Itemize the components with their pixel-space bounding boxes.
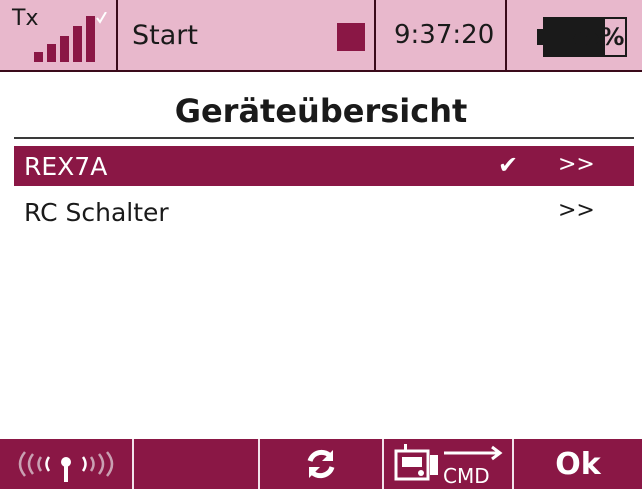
list-item-device[interactable]: REX7A ✔ >>	[14, 146, 634, 186]
refresh-button[interactable]	[260, 439, 384, 489]
chevron-right-icon[interactable]: >>	[558, 152, 595, 177]
start-label: Start	[132, 20, 198, 51]
screen: Tx Start 9:37:20 75% Geräteübersicht REX…	[0, 0, 642, 489]
command-button[interactable]: CMD	[384, 439, 514, 489]
ok-button[interactable]: Ok	[514, 439, 642, 489]
ok-label: Ok	[555, 446, 601, 482]
list-item-device[interactable]: RC Schalter >>	[14, 192, 634, 232]
device-label: REX7A	[24, 152, 108, 181]
page-title: Geräteübersicht	[174, 92, 468, 130]
cmd-label: CMD	[443, 464, 490, 487]
device-label: RC Schalter	[24, 198, 169, 227]
time-cell: 9:37:20	[376, 0, 507, 70]
softkey-empty[interactable]	[134, 439, 260, 489]
checkmark-icon: ✔	[498, 151, 519, 179]
wireless-signal-icon	[18, 451, 114, 482]
stop-icon	[337, 23, 365, 51]
title-divider	[14, 137, 634, 139]
battery-cell: 75%	[507, 0, 642, 70]
status-bar: Tx Start 9:37:20 75%	[0, 0, 642, 72]
signal-strength-icon	[34, 12, 107, 62]
transmitter-signal-cell: Tx	[0, 0, 118, 70]
chevron-right-icon[interactable]: >>	[558, 198, 595, 223]
battery-icon: 75%	[537, 17, 627, 57]
transmitter-command-icon: CMD	[394, 444, 503, 487]
wireless-button[interactable]	[0, 439, 134, 489]
start-cell[interactable]: Start	[118, 0, 376, 70]
refresh-icon	[307, 449, 335, 479]
bottom-softkey-bar: CMD Ok	[0, 439, 642, 489]
clock-time: 9:37:20	[394, 20, 495, 50]
battery-percent: 75%	[567, 23, 625, 51]
